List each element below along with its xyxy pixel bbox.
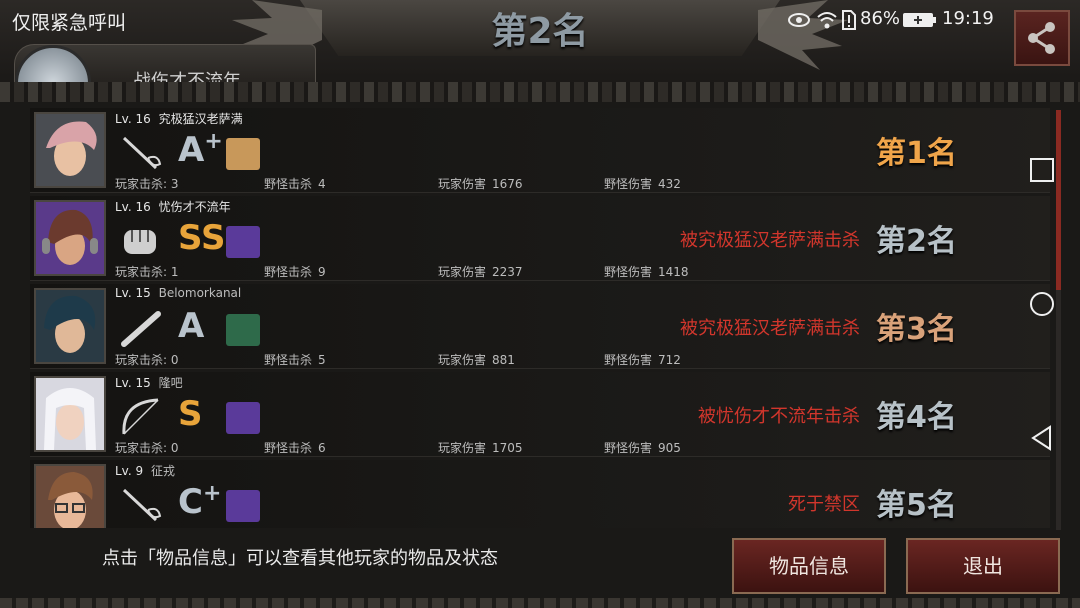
- ranking-row[interactable]: Lv. 16 究极猛汉老萨满 A+ 玩家击杀: 3 野怪击杀 4 玩家伤害 1676…: [30, 108, 1050, 193]
- share-button[interactable]: [1014, 10, 1070, 66]
- player-grade: C+: [178, 480, 221, 524]
- fate-text: 被忧伤才不流年击杀: [698, 406, 860, 427]
- player-damage: 玩家伤害 1676: [438, 177, 523, 191]
- top-bar: 第2名 仅限紧急呼叫 86% 19:19: [0, 0, 1080, 121]
- purple-beast-icon[interactable]: [226, 490, 260, 522]
- player-level-name: Lv. 15 Belomorkanal: [115, 286, 241, 300]
- player-kills: 玩家击杀: 0: [115, 353, 179, 367]
- bread-box-icon[interactable]: [226, 138, 260, 170]
- rank-label: 第1名: [876, 136, 957, 171]
- share-icon: [1028, 22, 1055, 54]
- bottom-frame: [0, 598, 1080, 608]
- green-beast-icon[interactable]: [226, 314, 260, 346]
- eye-icon: [788, 13, 810, 27]
- back-icon[interactable]: [1028, 424, 1056, 452]
- monster-kills: 野怪击杀 4: [264, 177, 326, 191]
- fate-text: 死于禁区: [788, 494, 860, 515]
- player-damage: 玩家伤害 1705: [438, 441, 523, 455]
- clock: 19:19: [942, 8, 994, 29]
- player-avatar: [34, 464, 106, 528]
- player-level-name: Lv. 16 忧伤才不流年: [115, 198, 231, 215]
- player-level-name: Lv. 15 隆吧: [115, 374, 183, 391]
- player-level: Lv. 16: [115, 200, 151, 214]
- player-avatar: [34, 288, 106, 364]
- wifi-icon: [817, 12, 837, 29]
- rank-label: 第4名: [876, 400, 957, 435]
- battery-percent: 86%: [860, 8, 901, 29]
- rapier-icon: [122, 488, 162, 522]
- player-level-name: Lv. 9 征戎: [115, 462, 175, 479]
- chain-border: [0, 82, 1080, 102]
- purple-beast-icon[interactable]: [226, 402, 260, 434]
- player-avatar: [34, 112, 106, 188]
- grade-letter: S: [178, 394, 203, 434]
- fate-text: 被究极猛汉老萨满击杀: [680, 318, 860, 339]
- rapier-icon: [122, 136, 162, 170]
- bow-icon: [122, 398, 159, 435]
- ranking-row[interactable]: Lv. 16 忧伤才不流年 SS 玩家击杀: 1 野怪击杀 9 玩家伤害 2237 …: [30, 196, 1050, 281]
- hint-text: 点击「物品信息」可以查看其他玩家的物品及状态: [102, 548, 498, 569]
- item-info-button[interactable]: 物品信息: [732, 538, 886, 594]
- player-name: 忧伤才不流年: [158, 200, 231, 214]
- grade-plus: +: [204, 129, 223, 154]
- list-scrollbar[interactable]: [1056, 110, 1061, 530]
- player-kills: 玩家击杀: 0: [115, 441, 179, 455]
- ranking-list[interactable]: Lv. 16 究极猛汉老萨满 A+ 玩家击杀: 3 野怪击杀 4 玩家伤害 1676…: [30, 108, 1050, 528]
- monster-kills: 野怪击杀 9: [264, 265, 326, 279]
- monster-kills: 野怪击杀 5: [264, 353, 326, 367]
- player-damage: 玩家伤害 881: [438, 353, 515, 367]
- grade-letter: A: [178, 130, 205, 170]
- player-level-name: Lv. 16 究极猛汉老萨满: [115, 110, 243, 127]
- player-grade: A+: [178, 128, 223, 172]
- grade-letter: SS: [178, 218, 226, 258]
- rank-label: 第3名: [876, 312, 957, 347]
- purple-beast-icon[interactable]: [226, 226, 260, 258]
- grade-plus: +: [202, 481, 222, 506]
- battery-icon: [903, 13, 936, 27]
- player-name: 征戎: [150, 464, 175, 478]
- player-avatar: [34, 200, 106, 276]
- player-damage: 玩家伤害 2237: [438, 265, 523, 279]
- rank-label: 第2名: [876, 224, 957, 259]
- monster-damage: 野怪伤害 432: [604, 177, 681, 191]
- exit-button[interactable]: 退出: [906, 538, 1060, 594]
- sim-alert-icon: [842, 10, 856, 30]
- player-level: Lv. 16: [115, 112, 151, 126]
- monster-damage: 野怪伤害 905: [604, 441, 681, 455]
- player-name: 隆吧: [158, 376, 183, 390]
- scrollbar-thumb[interactable]: [1056, 110, 1061, 290]
- rank-label: 第5名: [876, 488, 957, 523]
- bat-icon: [121, 311, 161, 347]
- player-level: Lv. 15: [115, 286, 151, 300]
- player-grade: S: [178, 392, 203, 436]
- emergency-call-label: 仅限紧急呼叫: [12, 12, 127, 34]
- player-level: Lv. 15: [115, 376, 151, 390]
- grade-letter: A: [178, 306, 205, 346]
- player-level: Lv. 9: [115, 464, 144, 478]
- player-name: Belomorkanal: [158, 286, 242, 300]
- player-grade: SS: [178, 216, 225, 260]
- player-avatar: [34, 376, 106, 452]
- player-kills: 玩家击杀: 3: [115, 177, 179, 191]
- ranking-row[interactable]: Lv. 9 征戎 C+ 死于禁区 第5名: [30, 460, 1050, 528]
- grade-letter: C: [178, 482, 203, 522]
- player-name: 究极猛汉老萨满: [158, 112, 243, 126]
- page-title: 第2名: [491, 11, 589, 52]
- player-grade: A: [178, 304, 204, 348]
- fist-icon: [124, 230, 156, 254]
- fate-text: 被究极猛汉老萨满击杀: [680, 230, 860, 251]
- current-player-badge: 战伤才不流年: [14, 44, 316, 121]
- monster-damage: 野怪伤害 712: [604, 353, 681, 367]
- ranking-row[interactable]: Lv. 15 隆吧 S 玩家击杀: 0 野怪击杀 6 玩家伤害 1705 野怪伤害 9…: [30, 372, 1050, 457]
- player-kills: 玩家击杀: 1: [115, 265, 179, 279]
- monster-damage: 野怪伤害 1418: [604, 265, 689, 279]
- recent-apps-icon[interactable]: [1028, 156, 1056, 184]
- ranking-row[interactable]: Lv. 15 Belomorkanal A 玩家击杀: 0 野怪击杀 5 玩家伤害…: [30, 284, 1050, 369]
- monster-kills: 野怪击杀 6: [264, 441, 326, 455]
- home-icon[interactable]: [1028, 290, 1056, 318]
